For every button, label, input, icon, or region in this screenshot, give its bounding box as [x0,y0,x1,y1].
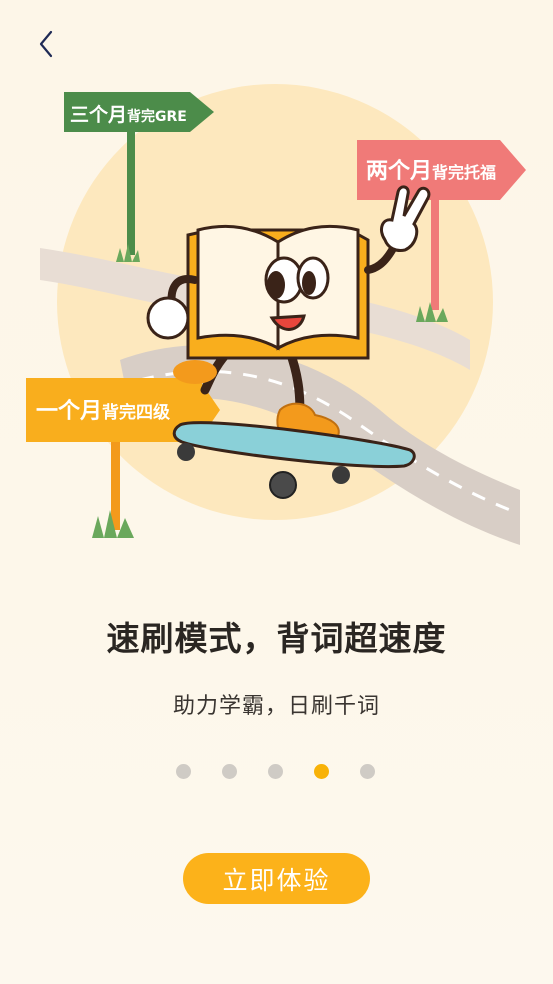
page-title: 速刷模式，背词超速度 [106,619,447,658]
right-pupil [302,271,316,295]
onboarding-illustration: 三个月背完GRE 两个月背完托福 一个月背完四级 [26,84,526,545]
back-button[interactable] [26,24,66,64]
sign-pole [111,440,120,530]
page-indicator [0,764,553,780]
page-dot[interactable] [176,764,191,779]
sign-pole [127,120,135,255]
left-shoe [173,360,217,384]
skateboard-wheel [269,471,297,499]
page-dot[interactable] [314,764,329,779]
skateboard-wheel [332,466,350,484]
sign-big-text: 三个月 [70,104,127,126]
svg-text:一个月背完四级: 一个月背完四级 [36,399,170,424]
chevron-left-icon [39,30,53,58]
page-dot[interactable] [222,764,237,779]
sign-big-text: 一个月 [36,399,102,424]
sign-small-text: 背完GRE [127,108,187,125]
left-glove [146,296,190,340]
sign-small-text: 背完托福 [432,163,496,182]
page-subtitle: 助力学霸，日刷千词 [172,694,380,719]
onboarding-page: 三个月背完GRE 两个月背完托福 一个月背完四级 速刷模式，背词超速度 助力学霸… [0,0,553,984]
skateboard-wheel [177,443,195,461]
page-dot[interactable] [268,764,283,779]
try-now-button[interactable]: 立即体验 [183,853,370,904]
page-dot[interactable] [360,764,375,779]
sign-big-text: 两个月 [366,159,432,184]
sign-small-text: 背完四级 [102,402,170,423]
svg-text:两个月背完托福: 两个月背完托福 [366,159,496,184]
left-pupil [267,271,285,299]
